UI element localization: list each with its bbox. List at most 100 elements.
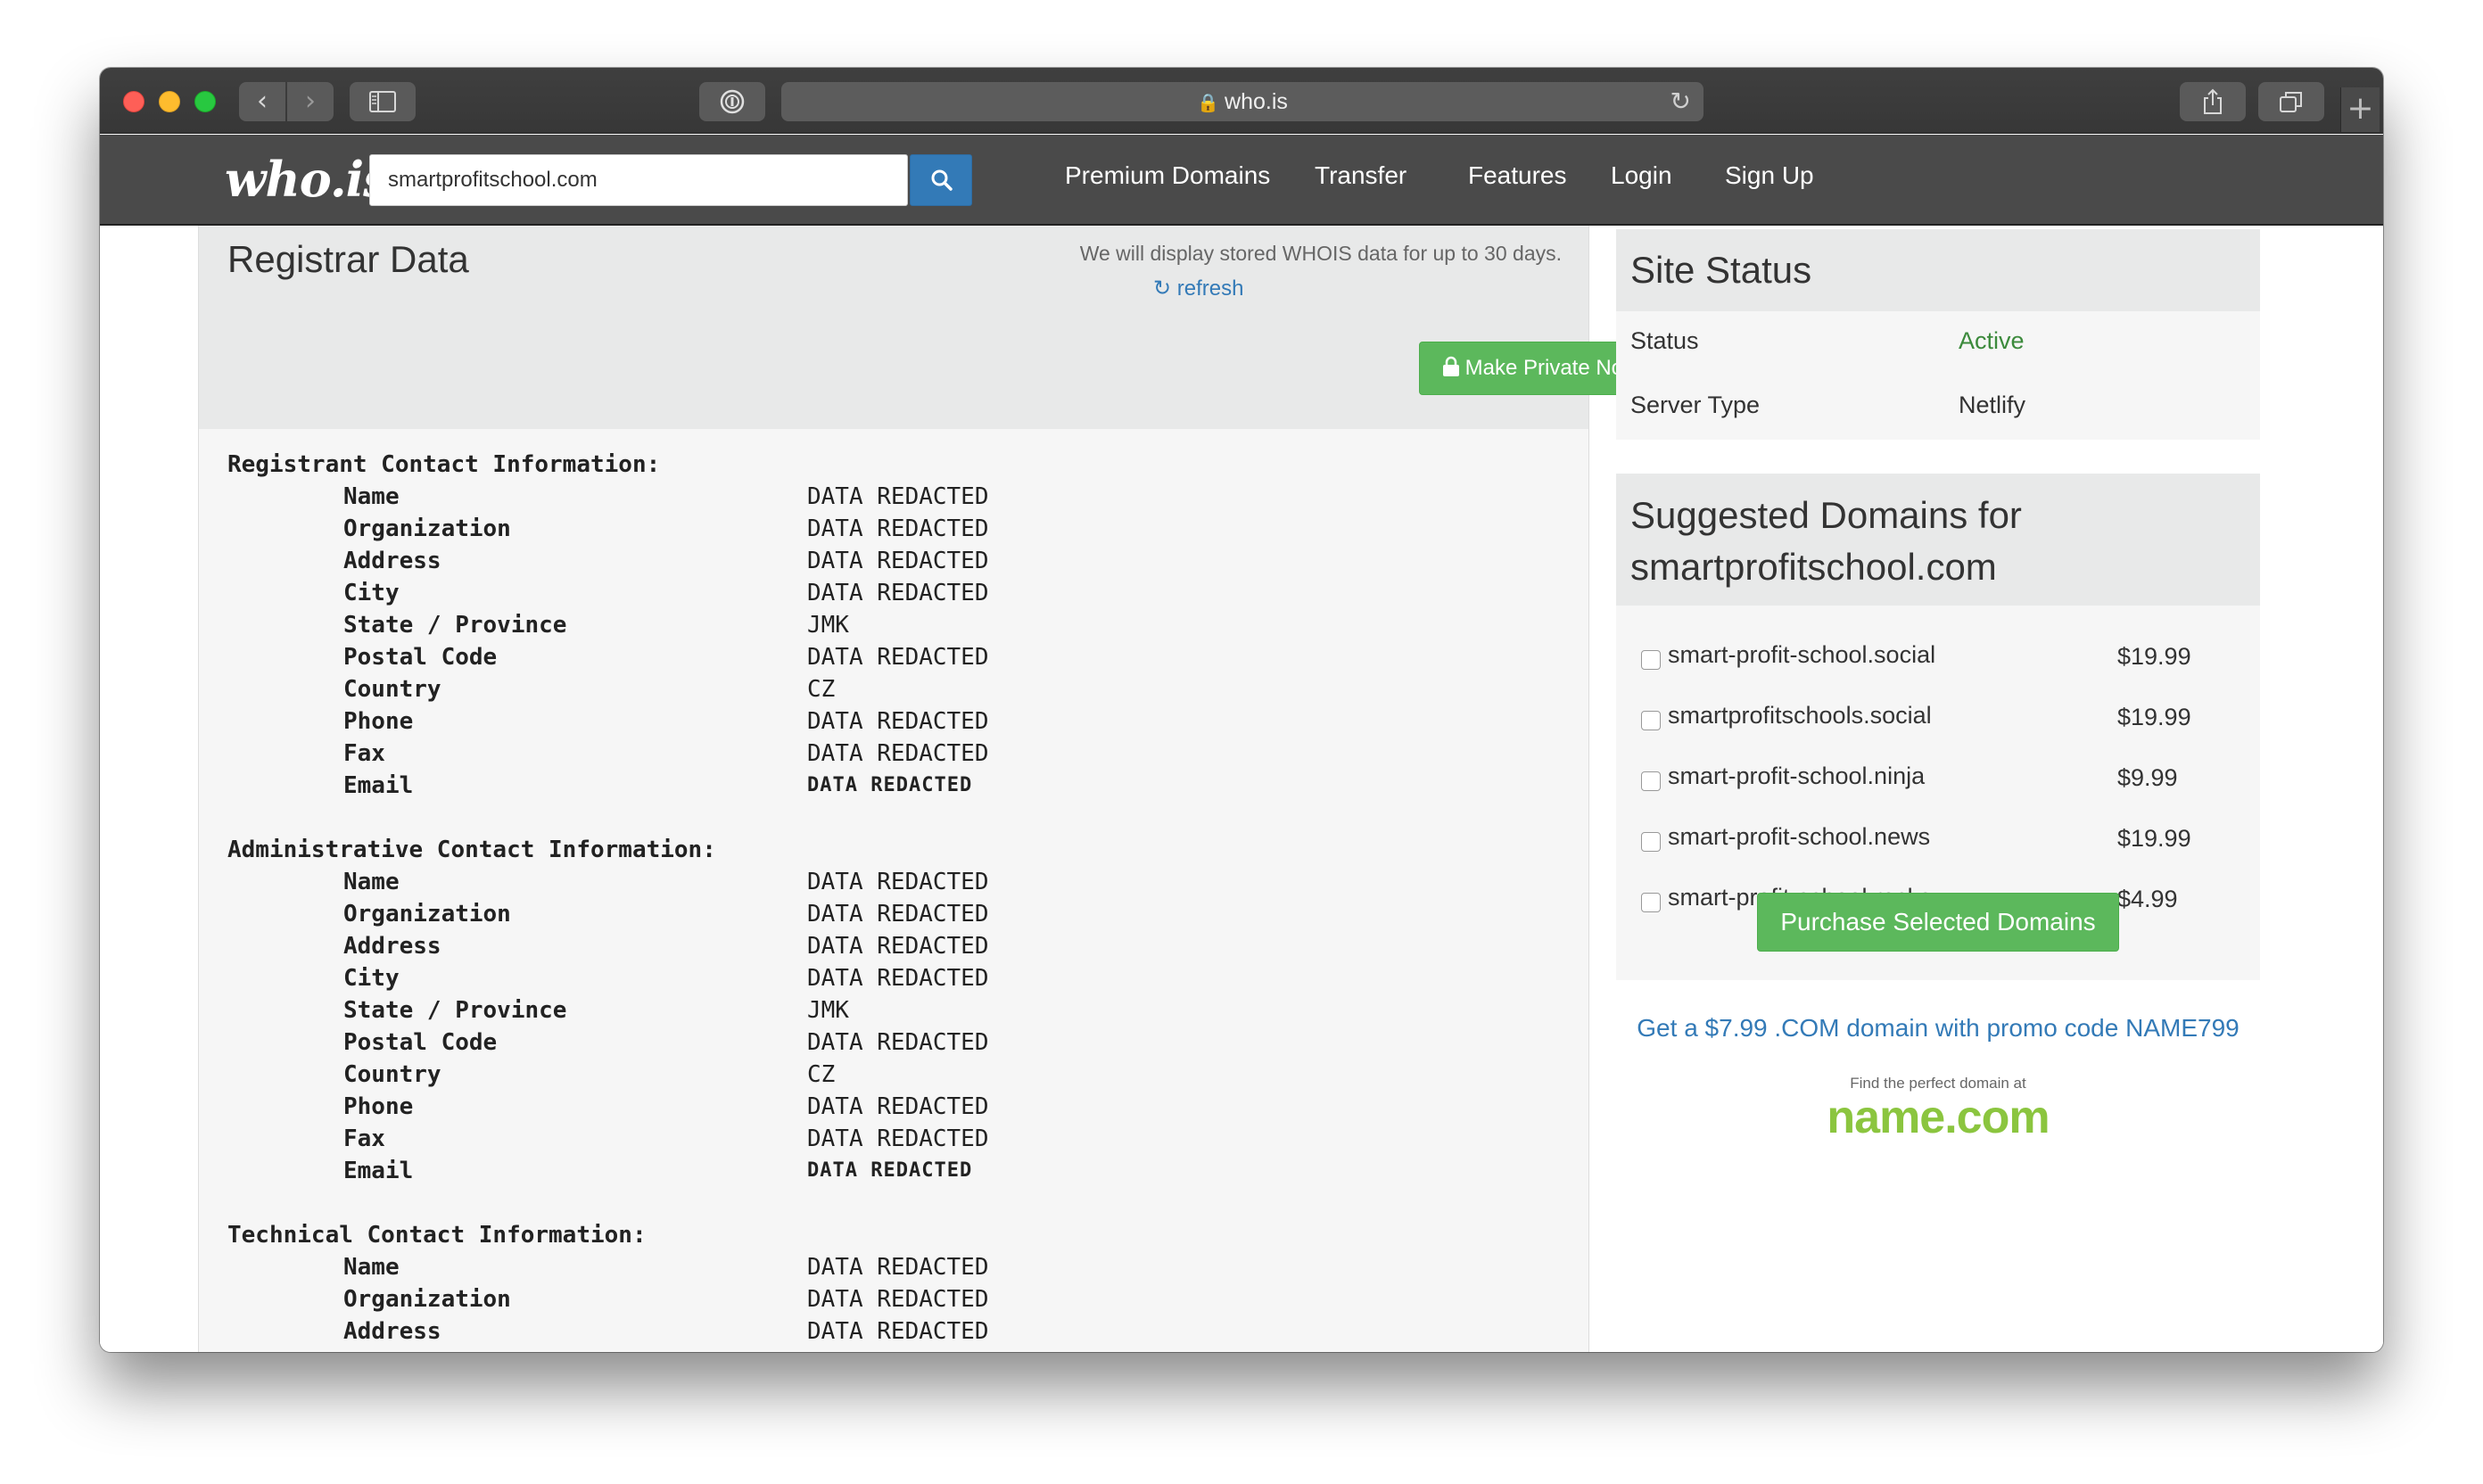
sidebar-toggle-button[interactable] [350, 82, 416, 121]
name-com-logo[interactable]: name.com [1616, 1091, 2260, 1144]
new-tab-button[interactable]: + [2340, 87, 2380, 132]
close-window-button[interactable] [123, 91, 144, 112]
search-button[interactable] [910, 154, 972, 206]
whois-row: Postal Code DATA REDACTED [227, 641, 989, 673]
minimize-window-button[interactable] [159, 91, 180, 112]
whois-row: Email DATA REDACTED [227, 1155, 971, 1187]
whois-field-label: State / Province [343, 612, 567, 639]
whois-row: Organization DATA REDACTED [227, 513, 989, 545]
whois-field-value: DATA REDACTED [807, 483, 989, 510]
whois-field-value: DATA REDACTED [807, 901, 989, 928]
whois-field-value: CZ [807, 1061, 836, 1088]
whois-record: Registrant Contact Information: Name DATA … [227, 449, 989, 1352]
suggested-domain-row: smart-profit-school.social $19.99 [1616, 632, 2260, 686]
nav-premium-domains[interactable]: Premium Domains [1065, 161, 1270, 190]
whois-row: Address DATA REDACTED [227, 545, 989, 577]
refresh-icon: ↻ [1153, 276, 1172, 301]
domain-price: $19.99 [2117, 704, 2191, 730]
chevron-left-icon: ‹ [257, 86, 268, 117]
domain-checkbox[interactable] [1641, 893, 1661, 912]
purchase-selected-button[interactable]: Purchase Selected Domains [1757, 893, 2119, 952]
share-icon [2204, 88, 2222, 114]
whois-field-value: DATA REDACTED [807, 548, 989, 574]
address-bar[interactable]: 🔒 who.is ↻ [781, 82, 1703, 121]
domain-price: $19.99 [2117, 825, 2191, 852]
nav-sign-up[interactable]: Sign Up [1725, 161, 1814, 190]
whois-field-label: Address [343, 1318, 441, 1345]
whois-field-label: Postal Code [343, 1029, 498, 1056]
nav-transfer[interactable]: Transfer [1315, 161, 1406, 190]
whois-field-value: DATA REDACTED [807, 933, 989, 960]
suggested-title-line1: Suggested Domains for [1630, 494, 2022, 536]
whois-field-label: Fax [343, 1125, 385, 1152]
show-tabs-button[interactable] [2258, 82, 2324, 121]
whois-field-value: DATA REDACTED [807, 1348, 989, 1352]
whois-field-label: Phone [343, 708, 414, 735]
site-status-title: Site Status [1616, 229, 2260, 311]
suggested-domain-row: smart-profit-school.news $19.99 [1616, 814, 2260, 868]
whois-row: City DATA REDACTED [227, 962, 989, 994]
whois-field-label: Email [343, 772, 414, 799]
whois-row: Country CZ [227, 1059, 835, 1091]
share-button[interactable] [2180, 82, 2246, 121]
reload-icon[interactable]: ↻ [1670, 82, 1691, 121]
password-manager-button[interactable] [699, 82, 765, 121]
whois-field-label: Name [343, 483, 400, 510]
whois-row: State / Province JMK [227, 609, 849, 641]
search-icon [931, 169, 953, 191]
whois-field-value: DATA REDACTED [807, 1286, 989, 1313]
registrar-data-panel: Registrar Data We will display stored WH… [198, 226, 1662, 1352]
lock-icon: 🔒 [1197, 94, 1220, 113]
zoom-window-button[interactable] [194, 91, 216, 112]
suggested-domains-title: Suggested Domains for smartprofitschool.… [1616, 474, 2260, 606]
domain-checkbox[interactable] [1641, 771, 1661, 791]
whois-field-label: City [343, 1348, 400, 1352]
nav-login[interactable]: Login [1611, 161, 1672, 190]
promo-link[interactable]: Get a $7.99 .COM domain with promo code … [1616, 1014, 2260, 1043]
whois-field-label: Address [343, 548, 441, 574]
whois-row: City DATA REDACTED [227, 1348, 989, 1352]
whois-row: Address DATA REDACTED [227, 1315, 989, 1348]
server-type-label: Server Type [1630, 392, 1761, 418]
back-button[interactable]: ‹ [239, 82, 285, 121]
domain-checkbox[interactable] [1641, 832, 1661, 852]
whois-field-label: Name [343, 869, 400, 895]
domain-checkbox[interactable] [1641, 711, 1661, 730]
whois-field-value: DATA REDACTED [807, 1254, 989, 1281]
site-logo[interactable]: who.is [225, 151, 391, 208]
suggested-domain-row: smart-profit-school.ninja $9.99 [1616, 754, 2260, 807]
domain-search-input[interactable]: smartprofitschool.com [369, 154, 908, 206]
suggested-title-line2: smartprofitschool.com [1630, 546, 1997, 588]
domain-checkbox[interactable] [1641, 650, 1661, 670]
status-label: Status [1630, 327, 1699, 354]
browser-window: ‹ › 🔒 who.is ↻ + who.is smartprofitschoo… [100, 68, 2383, 1352]
whois-field-label: Country [343, 676, 441, 703]
whois-field-label: State / Province [343, 997, 567, 1024]
whois-field-label: Phone [343, 1093, 414, 1120]
whois-field-value: DATA REDACTED [807, 580, 989, 606]
whois-field-label: Organization [343, 1286, 511, 1313]
whois-field-value: DATA REDACTED [807, 869, 989, 895]
whois-row: Phone DATA REDACTED [227, 1091, 989, 1123]
whois-field-value: DATA REDACTED [807, 644, 989, 671]
whois-row: Name DATA REDACTED [227, 1251, 989, 1283]
whois-field-value: JMK [807, 997, 849, 1024]
refresh-link[interactable]: ↻ refresh [1153, 276, 1243, 301]
whois-field-label: Address [343, 933, 441, 960]
whois-row: Country CZ [227, 673, 835, 705]
whois-storage-note: We will display stored WHOIS data for up… [1079, 242, 1562, 265]
whois-row: Fax DATA REDACTED [227, 738, 989, 770]
refresh-label: refresh [1176, 276, 1244, 301]
whois-field-label: Organization [343, 901, 511, 928]
make-private-label: Make Private Now [1464, 356, 1639, 380]
tabs-icon [2280, 92, 2302, 112]
chevron-right-icon: › [305, 86, 316, 117]
whois-row: Organization DATA REDACTED [227, 1283, 989, 1315]
forward-button[interactable]: › [287, 82, 334, 121]
browser-toolbar: ‹ › 🔒 who.is ↻ + [100, 68, 2383, 134]
nav-features[interactable]: Features [1468, 161, 1567, 190]
sidebar-icon [369, 91, 396, 112]
site-navbar: who.is smartprofitschool.com Premium Dom… [100, 135, 2383, 226]
whois-row: State / Province JMK [227, 994, 849, 1026]
password-manager-icon [720, 89, 745, 114]
